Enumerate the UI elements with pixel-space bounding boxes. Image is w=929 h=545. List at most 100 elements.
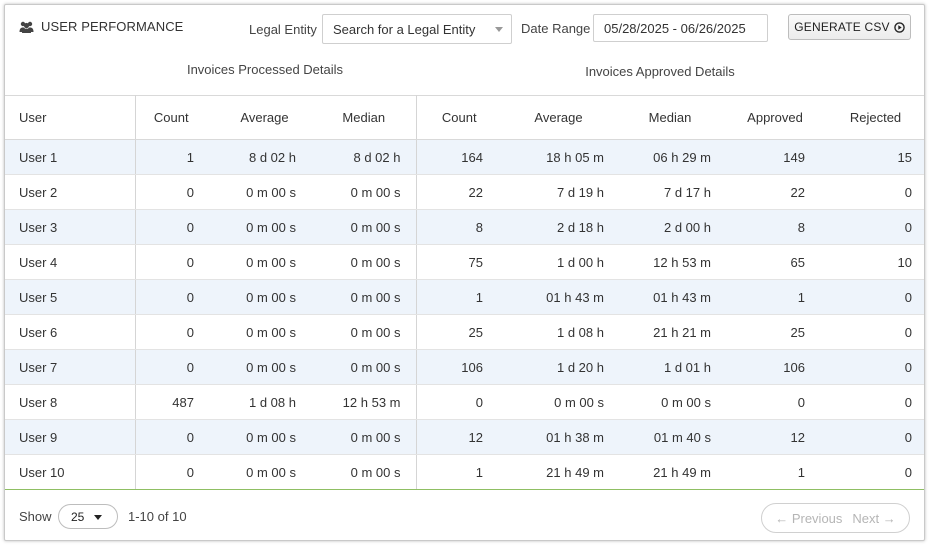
col-processed-count-cell: 0 — [135, 244, 217, 280]
col-approved-median-cell: 21 h 49 m — [615, 454, 725, 490]
table-row[interactable]: User 300 m 00 s0 m 00 s82 d 18 h2 d 00 h… — [5, 209, 924, 245]
col-approved-median-cell: 01 h 43 m — [615, 279, 725, 315]
col-rejected-cell: 15 — [825, 139, 924, 175]
col-processed-average-cell: 0 m 00 s — [217, 419, 312, 455]
col-approved-count-cell: 8 — [416, 209, 502, 245]
col-processed-count-header[interactable]: Count — [135, 95, 217, 140]
col-rejected-cell: 0 — [825, 209, 924, 245]
col-approved-cell: 0 — [725, 384, 825, 420]
user-name-cell: User 4 — [5, 244, 136, 280]
generate-csv-label: GENERATE CSV — [794, 20, 890, 34]
user-name-cell: User 3 — [5, 209, 136, 245]
table-footer: Show 25 1-10 of 10 ← Previous Next → — [5, 492, 924, 540]
col-approved-cell: 65 — [725, 244, 825, 280]
legal-entity-select[interactable]: Search for a Legal Entity — [322, 14, 512, 44]
col-processed-median-cell: 0 m 00 s — [312, 279, 417, 315]
page-size-select[interactable]: 25 — [58, 504, 118, 529]
col-processed-median-cell: 12 h 53 m — [312, 384, 417, 420]
col-processed-count-cell: 0 — [135, 314, 217, 350]
col-approved-header[interactable]: Approved — [725, 95, 825, 140]
date-range-label: Date Range — [521, 21, 591, 36]
pagination-controls: ← Previous Next → — [761, 503, 910, 533]
col-approved-cell: 22 — [725, 174, 825, 210]
col-approved-cell: 149 — [725, 139, 825, 175]
next-button[interactable]: Next → — [852, 511, 895, 526]
col-processed-count-cell: 0 — [135, 454, 217, 490]
table-row[interactable]: User 900 m 00 s0 m 00 s 12 01 h 38 m 01 m 4… — [5, 419, 924, 455]
previous-button[interactable]: ← Previous — [775, 511, 842, 526]
col-rejected-cell: 0 — [825, 419, 924, 455]
col-processed-count-cell: 0 — [135, 279, 217, 315]
col-approved-count-cell: 12 — [416, 419, 502, 455]
generate-csv-button[interactable]: GENERATE CSV — [788, 14, 911, 40]
col-approved-median-cell: 21 h 21 m — [615, 314, 725, 350]
col-rejected-cell: 10 — [825, 244, 924, 280]
col-approved-count-header[interactable]: Count — [416, 95, 502, 140]
chevron-down-icon — [94, 515, 102, 520]
col-processed-average-cell: 0 m 00 s — [217, 244, 312, 280]
table-body: User 118 d 02 h8 d 02 h 164 18 h 05 m 06 h … — [5, 139, 924, 490]
col-processed-median-cell: 0 m 00 s — [312, 174, 417, 210]
col-approved-cell: 106 — [725, 349, 825, 385]
col-approved-median-cell: 7 d 17 h — [615, 174, 725, 210]
col-processed-median-cell: 0 m 00 s — [312, 419, 417, 455]
col-approved-average-cell: 01 h 38 m — [502, 419, 615, 455]
col-processed-median-cell: 0 m 00 s — [312, 454, 417, 490]
col-processed-average-header[interactable]: Average — [217, 95, 312, 140]
col-processed-count-cell: 0 — [135, 209, 217, 245]
col-processed-average-cell: 0 m 00 s — [217, 279, 312, 315]
table-row[interactable]: User 600 m 00 s0 m 00 s 25 1 d 08 h 21 h 21… — [5, 314, 924, 350]
col-approved-average-header[interactable]: Average — [502, 95, 615, 140]
col-user-header[interactable]: User — [5, 95, 136, 140]
user-name-cell: User 7 — [5, 349, 136, 385]
col-approved-median-cell: 2 d 00 h — [615, 209, 725, 245]
col-processed-median-cell: 8 d 02 h — [312, 139, 417, 175]
col-rejected-cell: 0 — [825, 174, 924, 210]
legal-entity-label: Legal Entity — [249, 22, 317, 37]
col-processed-average-cell: 0 m 00 s — [217, 209, 312, 245]
table-row[interactable]: User 500 m 00 s0 m 00 s 1 01 h 43 m 01 h 43… — [5, 279, 924, 315]
table-row[interactable]: User 10 0 0 m 00 s0 m 00 s 1 21 h 49 m 21 h 4… — [5, 454, 924, 490]
table-row[interactable]: User 8 487 1 d 08 h 12 h 53 m00 m 00 s0 m 0… — [5, 384, 924, 420]
col-approved-average-cell: 2 d 18 h — [502, 209, 615, 245]
panel-title: USER PERFORMANCE — [19, 19, 183, 34]
col-approved-median-header[interactable]: Median — [615, 95, 725, 140]
col-approved-cell: 12 — [725, 419, 825, 455]
col-processed-count-cell: 0 — [135, 174, 217, 210]
col-approved-count-cell: 0 — [416, 384, 502, 420]
panel-title-text: USER PERFORMANCE — [41, 19, 184, 34]
chevron-down-icon — [495, 27, 503, 32]
col-approved-cell: 1 — [725, 454, 825, 490]
col-processed-median-cell: 0 m 00 s — [312, 209, 417, 245]
col-approved-average-cell: 21 h 49 m — [502, 454, 615, 490]
col-processed-average-cell: 0 m 00 s — [217, 174, 312, 210]
table-row[interactable]: User 200 m 00 s0 m 00 s 22 7 d 19 h7 d 17 … — [5, 174, 924, 210]
legal-entity-placeholder: Search for a Legal Entity — [333, 21, 476, 37]
col-rejected-cell: 0 — [825, 454, 924, 490]
table-row[interactable]: User 118 d 02 h8 d 02 h 164 18 h 05 m 06 h … — [5, 139, 924, 175]
show-label: Show — [19, 509, 52, 524]
date-range-input[interactable]: 05/28/2025 - 06/26/2025 — [593, 14, 768, 42]
user-performance-panel: USER PERFORMANCE Legal Entity Search for… — [4, 4, 925, 541]
col-approved-count-cell: 1 — [416, 454, 502, 490]
play-circle-icon — [893, 21, 905, 33]
processed-group-header: Invoices Processed Details — [186, 62, 344, 77]
col-processed-average-cell: 0 m 00 s — [217, 314, 312, 350]
col-approved-count-cell: 106 — [416, 349, 502, 385]
col-processed-median-cell: 0 m 00 s — [312, 349, 417, 385]
col-approved-count-cell: 75 — [416, 244, 502, 280]
col-rejected-cell: 0 — [825, 279, 924, 315]
col-processed-median-header[interactable]: Median — [312, 95, 417, 140]
col-rejected-header[interactable]: Rejected — [825, 95, 924, 140]
user-name-cell: User 2 — [5, 174, 136, 210]
col-processed-average-cell: 0 m 00 s — [217, 349, 312, 385]
col-approved-median-cell: 0 m 00 s — [615, 384, 725, 420]
table-row[interactable]: User 700 m 00 s0 m 00 s 106 1 d 20 h1 d 01… — [5, 349, 924, 385]
approved-group-header: Invoices Approved Details — [585, 64, 735, 79]
user-name-cell: User 9 — [5, 419, 136, 455]
table-row[interactable]: User 400 m 00 s0 m 00 s 75 1 d 00 h 12 h 53… — [5, 244, 924, 280]
col-processed-average-cell: 8 d 02 h — [217, 139, 312, 175]
col-processed-count-cell: 0 — [135, 419, 217, 455]
col-approved-count-cell: 1 — [416, 279, 502, 315]
col-approved-median-cell: 01 m 40 s — [615, 419, 725, 455]
